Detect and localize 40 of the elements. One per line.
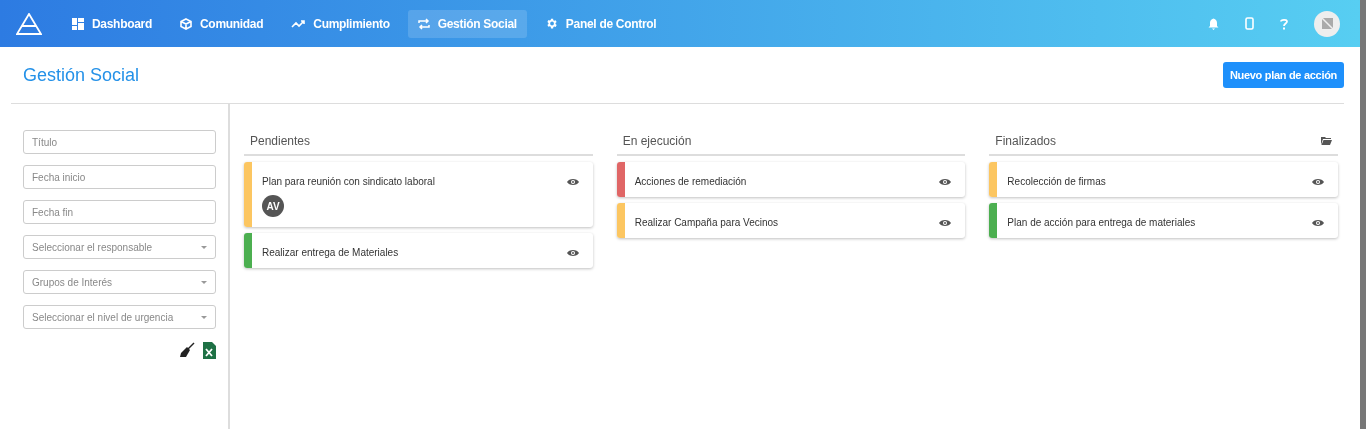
card-title: Plan de acción para entrega de materiales	[1007, 217, 1196, 228]
nav-item[interactable]: Cumplimiento	[281, 9, 400, 38]
new-action-plan-button[interactable]: Nuevo plan de acción	[1222, 62, 1344, 88]
eye-icon[interactable]	[566, 248, 579, 257]
eye-icon[interactable]	[1312, 218, 1324, 227]
nav-item[interactable]: Gestión Social	[407, 9, 527, 38]
caret-icon	[201, 315, 207, 319]
eye-icon[interactable]	[1312, 177, 1324, 186]
eye-icon[interactable]	[939, 177, 952, 186]
caret-icon	[201, 280, 207, 284]
trend-up-icon	[291, 18, 306, 29]
folder-icon[interactable]	[1321, 137, 1332, 145]
swap-arrows-icon	[417, 17, 430, 30]
caret-icon	[201, 245, 207, 249]
card-title: Realizar entrega de Materiales	[262, 247, 399, 258]
assignee-avatar: AV	[262, 195, 284, 217]
input-field[interactable]: Fecha inicio	[23, 165, 216, 189]
card-title: Plan para reunión con sindicato laboral	[262, 176, 435, 187]
column-title: Finalizados	[995, 134, 1057, 148]
eye-icon[interactable]	[566, 177, 579, 186]
logo-icon[interactable]	[16, 12, 42, 35]
dashboard-icon	[72, 17, 84, 30]
dropdown-field[interactable]: Seleccionar el nivel de urgencia	[23, 305, 216, 329]
column-title: Pendientes	[250, 134, 311, 148]
excel-file-icon[interactable]	[203, 342, 216, 359]
input-field[interactable]: Fecha fin	[23, 200, 216, 224]
card-title: Recolección de firmas	[1007, 176, 1106, 187]
dropdown-field[interactable]: Seleccionar el responsable	[23, 235, 216, 259]
broom-icon[interactable]	[179, 342, 195, 358]
dropdown-field[interactable]: Grupos de Interés	[23, 270, 216, 294]
page-title: Gestión Social	[23, 64, 140, 86]
column-title: En ejecución	[622, 134, 692, 148]
nav-item[interactable]: Comunidad	[170, 9, 274, 38]
cube-icon	[180, 17, 192, 30]
card-title: Realizar Campaña para Vecinos	[634, 217, 779, 228]
card-title: Acciones de remediación	[634, 176, 747, 187]
nav-item[interactable]: Panel de Control	[534, 9, 667, 38]
nav-item[interactable]: Dashboard	[62, 9, 162, 38]
eye-icon[interactable]	[939, 218, 952, 227]
input-field[interactable]: Título	[23, 130, 216, 154]
